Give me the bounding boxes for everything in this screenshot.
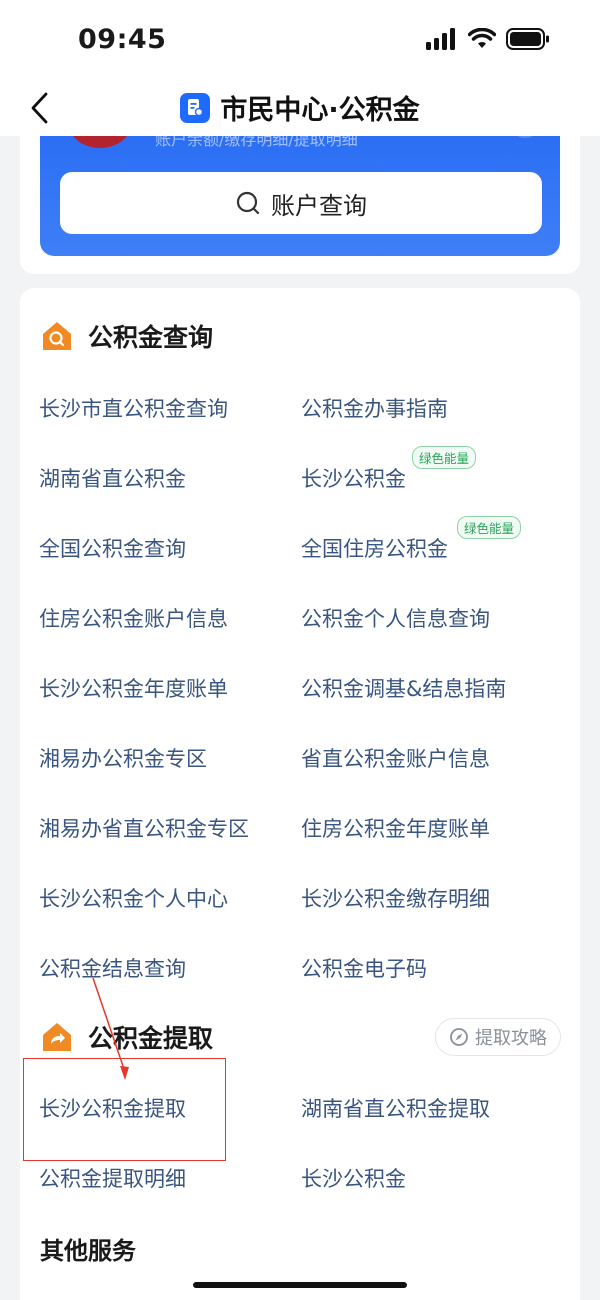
nav-title-group: 市民中心·公积金 bbox=[0, 88, 600, 127]
battery-icon bbox=[506, 28, 549, 50]
link-housing-gjj-annual-bill[interactable]: 住房公积金年度账单 bbox=[301, 813, 490, 843]
link-changsha-gjj-2[interactable]: 长沙公积金 bbox=[301, 1163, 406, 1193]
link-gjj-interest-query[interactable]: 公积金结息查询 bbox=[39, 953, 186, 983]
link-changsha-gjj-deposit-detail[interactable]: 长沙公积金缴存明细 bbox=[301, 883, 490, 913]
home-search-icon bbox=[40, 319, 74, 353]
link-xiangyiban-gjj-zone[interactable]: 湘易办公积金专区 bbox=[39, 743, 207, 773]
account-query-button[interactable]: 账户查询 bbox=[60, 172, 542, 234]
account-query-label: 账户查询 bbox=[271, 191, 367, 220]
withdraw-guide-button[interactable]: 提取攻略 bbox=[435, 1018, 561, 1056]
withdraw-section-header: 公积金提取 bbox=[40, 1019, 213, 1055]
account-card: 账户余额/缴存明细/提取明细 账户查询 bbox=[20, 136, 580, 274]
wifi-icon bbox=[468, 28, 496, 48]
link-national-housing-gjj[interactable]: 全国住房公积金 bbox=[301, 533, 448, 563]
green-energy-tag: 绿色能量 bbox=[457, 516, 522, 539]
account-card-subtitle: 账户余额/缴存明细/提取明细 bbox=[155, 136, 358, 149]
link-gjj-withdraw-detail[interactable]: 公积金提取明细 bbox=[39, 1163, 186, 1193]
search-icon bbox=[236, 191, 260, 215]
link-changsha-city-gjj-query[interactable]: 长沙市直公积金查询 bbox=[39, 393, 228, 423]
link-hunan-province-gjj[interactable]: 湖南省直公积金 bbox=[39, 463, 186, 493]
link-hunan-province-gjj-withdraw[interactable]: 湖南省直公积金提取 bbox=[301, 1093, 490, 1123]
cellular-signal-icon bbox=[426, 28, 455, 50]
link-changsha-gjj-personal-center[interactable]: 长沙公积金个人中心 bbox=[39, 883, 228, 913]
link-national-gjj-query[interactable]: 全国公积金查询 bbox=[39, 533, 186, 563]
link-gjj-e-code[interactable]: 公积金电子码 bbox=[301, 953, 427, 983]
annotation-highlight-box bbox=[23, 1058, 226, 1161]
nav-bar: 市民中心·公积金 bbox=[0, 80, 600, 136]
withdraw-guide-label: 提取攻略 bbox=[475, 1028, 547, 1049]
green-energy-tag: 绿色能量 bbox=[412, 446, 477, 469]
query-section-header: 公积金查询 bbox=[40, 318, 213, 354]
home-share-icon bbox=[40, 1020, 74, 1054]
status-time: 09:45 bbox=[78, 24, 167, 55]
account-panel: 账户余额/缴存明细/提取明细 账户查询 bbox=[40, 136, 560, 256]
gjj-badge-icon bbox=[68, 136, 132, 148]
status-icons bbox=[426, 28, 550, 50]
compass-icon bbox=[450, 1028, 468, 1046]
link-changsha-gjj[interactable]: 长沙公积金 bbox=[301, 463, 406, 493]
link-gjj-adjust-interest-guide[interactable]: 公积金调基&结息指南 bbox=[301, 673, 506, 703]
link-changsha-gjj-annual-bill[interactable]: 长沙公积金年度账单 bbox=[39, 673, 228, 703]
home-indicator bbox=[193, 1282, 407, 1288]
link-xiangyiban-province-gjj-zone[interactable]: 湘易办省直公积金专区 bbox=[39, 813, 249, 843]
link-gjj-service-guide[interactable]: 公积金办事指南 bbox=[301, 393, 448, 423]
citizen-center-logo-icon bbox=[180, 92, 211, 123]
query-section-title: 公积金查询 bbox=[88, 323, 214, 352]
other-services-title: 其他服务 bbox=[40, 1237, 136, 1265]
link-gjj-personal-info-query[interactable]: 公积金个人信息查询 bbox=[301, 603, 490, 633]
link-housing-gjj-account-info[interactable]: 住房公积金账户信息 bbox=[39, 603, 228, 633]
page-title: 市民中心·公积金 bbox=[220, 95, 420, 126]
panel-decoration bbox=[512, 136, 538, 138]
link-province-gjj-account-info[interactable]: 省直公积金账户信息 bbox=[301, 743, 490, 773]
status-bar: 09:45 bbox=[0, 0, 600, 80]
withdraw-section-title: 公积金提取 bbox=[88, 1024, 214, 1053]
